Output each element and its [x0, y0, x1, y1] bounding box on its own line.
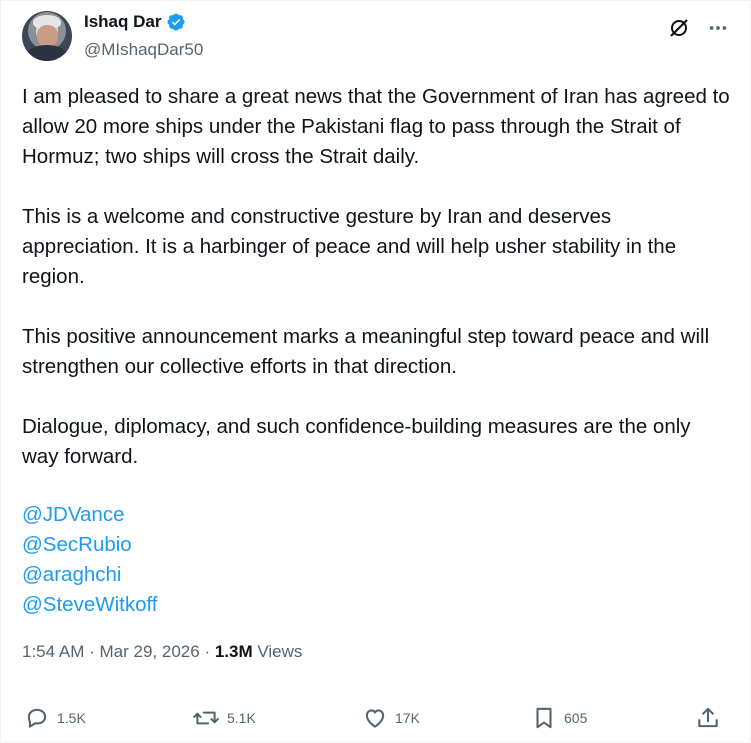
like-button[interactable]: 17K	[362, 705, 420, 731]
post-date[interactable]: Mar 29, 2026	[100, 642, 200, 661]
reply-count: 1.5K	[57, 710, 86, 726]
share-button[interactable]	[695, 705, 721, 731]
bookmark-icon	[536, 707, 552, 729]
post-paragraph: This positive announcement marks a meani…	[22, 325, 710, 378]
share-icon	[698, 707, 718, 728]
bookmark-button[interactable]: 605	[531, 705, 587, 731]
mention-link[interactable]: @SecRubio	[22, 530, 158, 560]
grok-icon[interactable]	[667, 16, 691, 40]
like-count: 17K	[395, 710, 420, 726]
bookmark-count: 605	[564, 710, 588, 726]
meta-separator: ·	[204, 642, 211, 661]
more-icon[interactable]	[707, 17, 729, 39]
mention-link[interactable]: @SteveWitkoff	[22, 590, 158, 620]
post-paragraph: Dialogue, diplomacy, and such confidence…	[22, 415, 691, 468]
reply-button[interactable]: 1.5K	[24, 705, 86, 731]
post-time[interactable]: 1:54 AM	[22, 642, 84, 661]
meta-separator: ·	[89, 642, 95, 661]
verified-badge-icon[interactable]	[166, 12, 186, 32]
views-count: 1.3M	[214, 642, 253, 661]
mention-link[interactable]: @JDVance	[22, 500, 158, 530]
post-paragraph: This is a welcome and constructive gestu…	[22, 205, 677, 288]
views-label: Views	[257, 642, 303, 661]
avatar-suit	[27, 45, 67, 61]
author-name[interactable]: Ishaq Dar	[84, 12, 161, 32]
repost-count: 5.1K	[227, 710, 256, 726]
post-paragraph: I am pleased to share a great news that …	[22, 85, 730, 168]
post-meta: 1:54 AM · Mar 29, 2026 · 1.3M Views	[22, 642, 302, 662]
post-text: I am pleased to share a great news that …	[22, 82, 732, 502]
post-top-actions	[667, 16, 729, 40]
repost-button[interactable]: 5.1K	[192, 705, 256, 731]
mentions-list: @JDVance @SecRubio @araghchi @SteveWitko…	[22, 500, 158, 620]
author-handle[interactable]: @MIshaqDar50	[84, 40, 203, 60]
avatar-face	[37, 25, 58, 47]
like-icon	[365, 709, 385, 728]
reply-icon	[27, 708, 47, 728]
repost-icon	[193, 711, 219, 725]
mention-link[interactable]: @araghchi	[22, 560, 158, 590]
avatar[interactable]	[22, 11, 72, 61]
author-name-row: Ishaq Dar	[84, 12, 186, 32]
action-bar: 1.5K 5.1K 17K 605	[24, 705, 724, 733]
